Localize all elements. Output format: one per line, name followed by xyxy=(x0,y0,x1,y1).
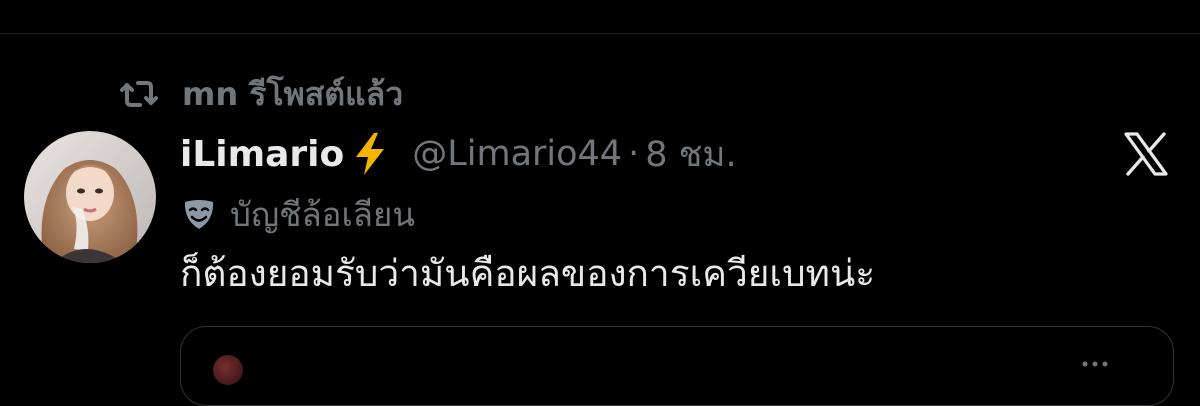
repost-indicator[interactable]: mn รีโพสต์แล้ว xyxy=(116,74,403,114)
display-name[interactable]: iLimario xyxy=(180,134,344,175)
quoted-avatar xyxy=(213,355,243,385)
x-logo-icon[interactable] xyxy=(1122,132,1170,176)
top-divider xyxy=(0,33,1200,34)
lightning-bolt-icon xyxy=(356,133,385,175)
more-options-icon[interactable] xyxy=(1081,361,1109,367)
parody-account-label: บัญชีล้อเลียน xyxy=(230,194,415,234)
user-handle[interactable]: @Limario44 xyxy=(412,134,622,174)
avatar-image xyxy=(24,131,156,263)
separator-dot: · xyxy=(628,134,640,174)
tweet-text: ก็ต้องยอมรับว่ามันคือผลของการเควียเบทน่ะ xyxy=(180,252,876,295)
repost-icon xyxy=(120,81,158,107)
tweet-header: iLimario @Limario44 · 8 ชม. xyxy=(180,128,737,180)
parody-label-row: บัญชีล้อเลียน xyxy=(182,190,415,238)
avatar[interactable] xyxy=(24,131,156,263)
timestamp[interactable]: 8 ชม. xyxy=(645,127,736,182)
mask-icon xyxy=(184,200,214,229)
quoted-tweet-card[interactable] xyxy=(180,326,1174,406)
repost-text: mn รีโพสต์แล้ว xyxy=(182,74,404,113)
